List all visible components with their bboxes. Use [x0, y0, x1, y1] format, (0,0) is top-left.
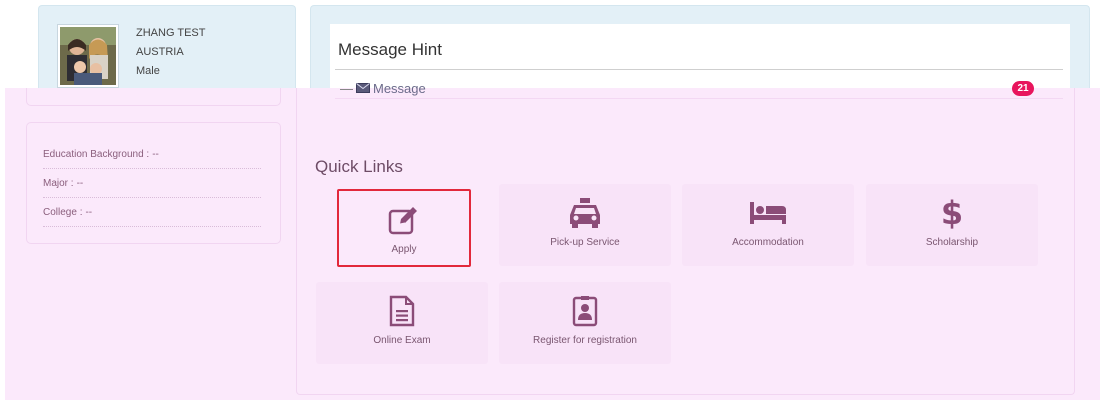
dollar-icon: $ [940, 194, 964, 232]
scholarship-tile[interactable]: $ Scholarship [866, 184, 1038, 266]
profile-country: AUSTRIA [136, 46, 184, 58]
register-registration-label: Register for registration [533, 335, 637, 346]
taxi-icon [499, 196, 671, 230]
accommodation-label: Accommodation [732, 237, 804, 248]
register-registration-tile[interactable]: Register for registration [499, 282, 671, 364]
edit-icon [339, 203, 469, 237]
message-hint-title: Message Hint [338, 40, 442, 59]
profile-card-bottom [26, 88, 281, 106]
college-value: -- [85, 207, 93, 218]
college-label: College : [43, 207, 83, 218]
avatar[interactable] [57, 24, 119, 88]
major-value: -- [76, 178, 84, 189]
education-value: -- [152, 149, 159, 160]
apply-tile[interactable]: Apply [337, 189, 471, 267]
online-exam-label: Online Exam [373, 335, 431, 346]
id-card-icon [499, 294, 671, 328]
education-row: Education Background : -- [43, 141, 261, 169]
online-exam-tile[interactable]: Online Exam [316, 282, 488, 364]
apply-label: Apply [391, 244, 417, 255]
pickup-service-tile[interactable]: Pick-up Service [499, 184, 671, 266]
quick-links-title: Quick Links [315, 157, 403, 176]
document-icon [316, 294, 488, 328]
profile-gender: Male [136, 65, 160, 77]
profile-name: ZHANG TEST [136, 27, 206, 39]
bed-icon [682, 196, 854, 230]
major-row: Major : -- [43, 170, 261, 198]
pickup-service-label: Pick-up Service [550, 237, 620, 248]
accommodation-tile[interactable]: Accommodation [682, 184, 854, 266]
education-label: Education Background : [43, 149, 150, 160]
message-hint-divider [335, 69, 1063, 70]
major-label: Major : [43, 178, 74, 189]
college-row: College : -- [43, 199, 261, 227]
scholarship-label: Scholarship [925, 237, 979, 248]
